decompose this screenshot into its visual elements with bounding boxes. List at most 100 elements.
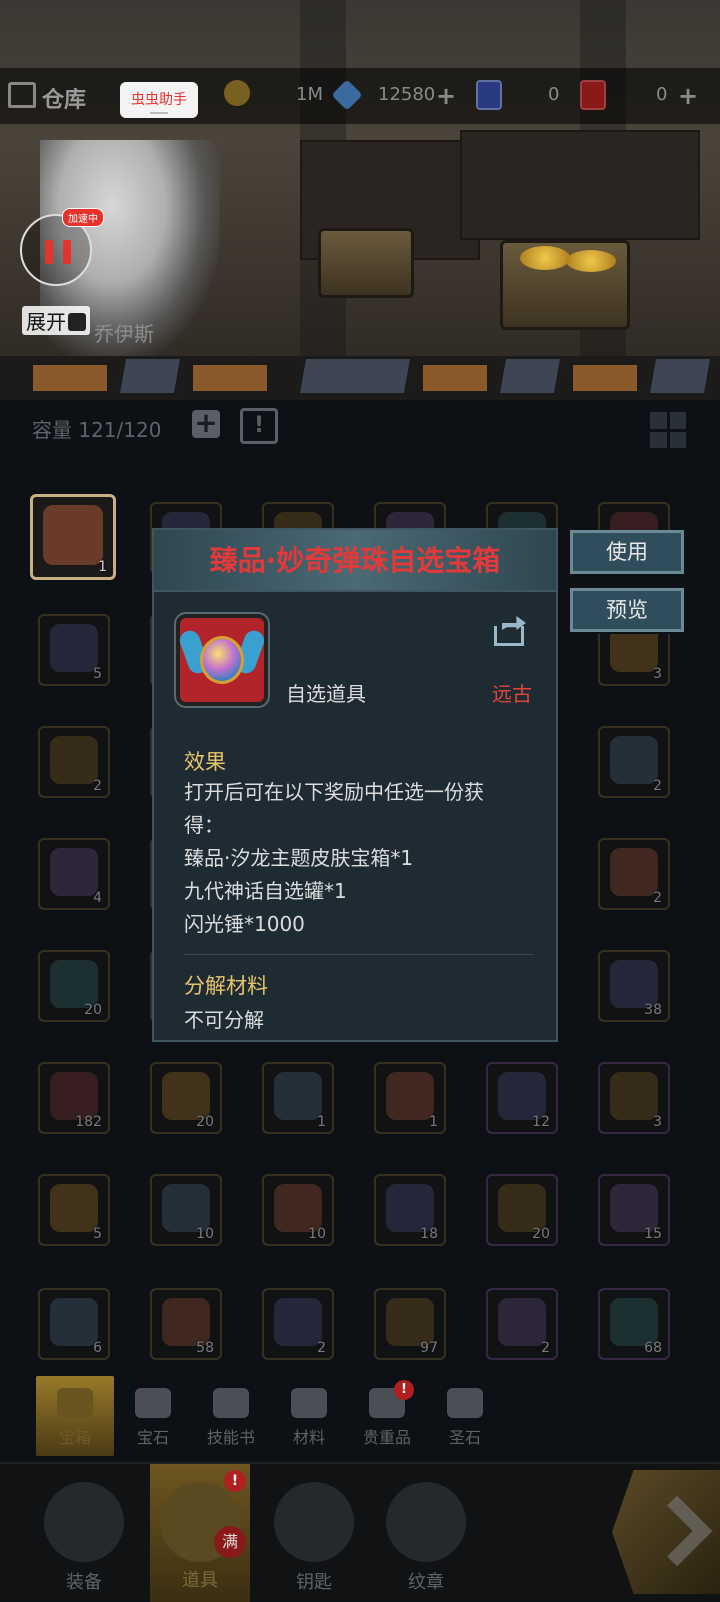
item-count: 4 [93, 890, 102, 906]
preview-button[interactable]: 预览 [570, 588, 684, 632]
inventory-slot[interactable]: 182 [38, 1062, 110, 1134]
inventory-slot[interactable]: 1 [30, 494, 116, 580]
add-ticket-button[interactable]: + [678, 82, 698, 110]
inventory-slot[interactable]: 15 [598, 1174, 670, 1246]
inventory-slot[interactable]: 2 [38, 726, 110, 798]
tab-label: 宝箱 [58, 1428, 91, 1447]
inventory-slot[interactable]: 2 [598, 838, 670, 910]
inventory-slot[interactable]: 97 [374, 1288, 446, 1360]
floor-stone [496, 356, 564, 396]
treasure-chest [318, 228, 414, 298]
item-count: 10 [196, 1226, 214, 1242]
tab-material[interactable]: 材料 [270, 1376, 348, 1456]
item-detail-popup: 臻品·妙奇弹珠自选宝箱 自选道具 远古 效果 打开后可在以下奖励中任选一份获 得… [152, 528, 558, 1042]
tab-chest[interactable]: 宝箱 [36, 1376, 114, 1456]
inventory-slot[interactable]: 38 [598, 950, 670, 1022]
item-icon [610, 1298, 658, 1346]
effect-line: 臻品·汐龙主题皮肤宝箱*1 [184, 846, 414, 870]
add-gem-button[interactable]: + [436, 82, 456, 110]
inventory-slot[interactable]: 20 [150, 1062, 222, 1134]
inventory-slot[interactable]: 2 [486, 1288, 558, 1360]
tab-holystone[interactable]: 圣石 [426, 1376, 504, 1456]
inventory-slot[interactable]: 3 [598, 1062, 670, 1134]
tab-label: 圣石 [448, 1428, 481, 1447]
inventory-slot[interactable]: 2 [598, 726, 670, 798]
item-icon [274, 1072, 322, 1120]
tab-label: 材料 [292, 1428, 325, 1447]
inventory-slot[interactable]: 68 [598, 1288, 670, 1360]
inventory-slot[interactable]: 5 [38, 1174, 110, 1246]
decompose-heading: 分解材料 [184, 974, 268, 998]
inventory-slot[interactable]: 18 [374, 1174, 446, 1246]
inventory-slot[interactable]: 4 [38, 838, 110, 910]
expand-button[interactable]: 展开 [22, 306, 90, 335]
item-chest-icon [176, 614, 268, 706]
capacity-label: 容量 [32, 418, 72, 442]
inventory-slot[interactable]: 5 [38, 614, 110, 686]
emblem-icon [386, 1482, 466, 1562]
decompose-value: 不可分解 [184, 1008, 264, 1032]
item-count: 2 [653, 890, 662, 906]
item-icon [610, 960, 658, 1008]
inventory-slot[interactable]: 6 [38, 1288, 110, 1360]
effect-line: 九代神话自选罐*1 [184, 879, 347, 903]
tab-skillbook[interactable]: 技能书 [192, 1376, 270, 1456]
item-icon [43, 505, 103, 565]
item-count: 1 [98, 559, 107, 575]
inventory-slot[interactable]: 1 [262, 1062, 334, 1134]
item-count: 2 [93, 778, 102, 794]
inventory-slot[interactable]: 12 [486, 1062, 558, 1134]
inventory-slot[interactable]: 10 [262, 1174, 334, 1246]
item-rarity: 远古 [492, 682, 532, 706]
floor-stone [296, 356, 414, 396]
inventory-slot[interactable]: 2 [262, 1288, 334, 1360]
next-arrow-button[interactable] [612, 1470, 720, 1594]
item-count: 97 [420, 1340, 438, 1356]
calendar-alert-icon[interactable]: ! [240, 408, 278, 444]
item-count: 68 [644, 1340, 662, 1356]
use-button[interactable]: 使用 [570, 530, 684, 574]
item-icon [274, 1298, 322, 1346]
capacity-value: 121/120 [78, 418, 162, 442]
item-count: 182 [75, 1114, 102, 1130]
grid-view-icon[interactable] [650, 412, 686, 448]
item-icon [386, 1072, 434, 1120]
inventory-slot[interactable]: 10 [150, 1174, 222, 1246]
share-icon[interactable] [494, 616, 530, 646]
tab-label: 技能书 [206, 1428, 255, 1447]
nav-keys[interactable]: 钥匙 [264, 1474, 364, 1594]
item-icon [386, 1298, 434, 1346]
nav-emblem[interactable]: 纹章 [376, 1474, 476, 1594]
nav-equipment[interactable]: 装备 [34, 1474, 134, 1594]
floor-plank [30, 362, 110, 394]
top-resource-bar: 仓库 1M 12580 + 0 0 + [0, 68, 720, 124]
item-count: 3 [653, 666, 662, 682]
tab-valuables[interactable]: 贵重品! [348, 1376, 426, 1456]
item-count: 12 [532, 1114, 550, 1130]
effect-line: 得： [184, 813, 224, 837]
tab-gem[interactable]: 宝石 [114, 1376, 192, 1456]
effect-description: 打开后可在以下奖励中任选一份获 得： 臻品·汐龙主题皮肤宝箱*1 九代神话自选罐… [184, 776, 534, 941]
expand-label: 展开 [26, 310, 66, 334]
item-icon [610, 1072, 658, 1120]
inventory-slot[interactable]: 1 [374, 1062, 446, 1134]
effect-line: 闪光锤*1000 [184, 912, 305, 936]
item-icon [50, 1072, 98, 1120]
speed-status-badge: 加速中 [62, 208, 104, 227]
nav-items[interactable]: 道具! 满 [150, 1464, 250, 1602]
item-count: 1 [429, 1114, 438, 1130]
inventory-slot[interactable]: 20 [38, 950, 110, 1022]
inventory-slot[interactable]: 20 [486, 1174, 558, 1246]
floor-plank [190, 362, 270, 394]
holystone-icon [447, 1388, 483, 1418]
item-icon [498, 1298, 546, 1346]
item-icon [162, 1072, 210, 1120]
helper-overlay-button[interactable]: 虫虫助手 [120, 82, 198, 118]
effect-line: 打开后可在以下奖励中任选一份获 [184, 780, 484, 804]
expand-icon [68, 313, 86, 331]
item-count: 2 [317, 1340, 326, 1356]
item-icon [162, 1298, 210, 1346]
inventory-slot[interactable]: 58 [150, 1288, 222, 1360]
expand-capacity-button[interactable]: + [192, 409, 220, 438]
arrow-right-icon [641, 1495, 713, 1567]
